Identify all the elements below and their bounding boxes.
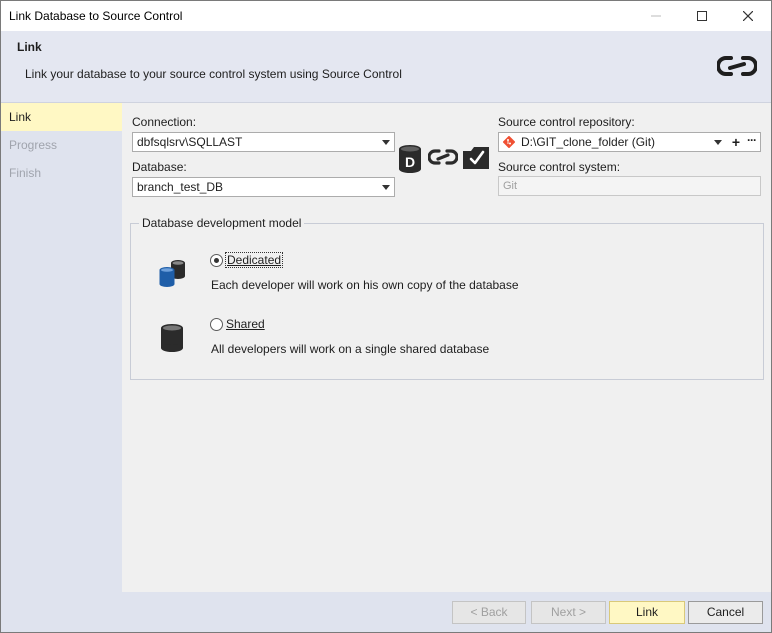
svg-text:D: D [405, 154, 415, 170]
database-d-icon: D [399, 145, 421, 173]
source-control-folder-icon [463, 147, 489, 169]
shared-radio[interactable] [210, 318, 223, 331]
title-bar: Link Database to Source Control [1, 1, 771, 31]
chevron-down-icon [382, 140, 390, 145]
group-title: Database development model [139, 216, 305, 230]
shared-label-text: Shared [226, 317, 265, 331]
wizard-steps-nav: Link Progress Finish [1, 103, 122, 592]
back-button[interactable]: < Back [452, 601, 526, 624]
git-icon [503, 136, 515, 148]
close-button[interactable] [725, 1, 771, 31]
link-icon [428, 149, 458, 165]
repository-value: D:\GIT_clone_folder (Git) [521, 135, 656, 149]
maximize-button[interactable] [679, 1, 725, 31]
window-title: Link Database to Source Control [9, 9, 183, 23]
nav-step-label: Link [9, 110, 32, 124]
chevron-down-icon [714, 140, 722, 145]
connection-value: dbfsqlsrv\SQLLAST [137, 135, 243, 149]
database-combo[interactable]: branch_test_DB [132, 177, 395, 197]
system-label: Source control system: [498, 160, 621, 174]
dedicated-radio[interactable] [210, 254, 223, 267]
shared-database-icon [161, 324, 183, 352]
minimize-button[interactable] [633, 1, 679, 31]
header-title: Link [17, 40, 42, 54]
wizard-header: Link Link your database to your source c… [1, 31, 771, 103]
source-control-system-field: Git [498, 176, 761, 196]
repository-label: Source control repository: [498, 115, 635, 129]
connection-label: Connection: [132, 115, 197, 129]
database-label: Database: [132, 160, 187, 174]
development-model-group: Database development model Dedicated Eac… [130, 216, 764, 380]
database-value: branch_test_DB [137, 180, 224, 194]
nav-step-link[interactable]: Link [1, 103, 122, 131]
dialog-window: Link Database to Source Control Link Lin… [0, 0, 772, 633]
wizard-footer: < Back Next > Link Cancel [1, 592, 771, 632]
shared-label[interactable]: Shared [226, 317, 265, 331]
nav-step-finish[interactable]: Finish [1, 159, 122, 187]
dedicated-description: Each developer will work on his own copy… [211, 278, 519, 292]
link-chain-icon [717, 56, 757, 76]
link-button[interactable]: Link [609, 601, 685, 624]
main-panel: Connection: dbfsqlsrv\SQLLAST Database: … [122, 103, 771, 592]
dedicated-label-text: Dedicated [227, 253, 282, 267]
dedicated-label[interactable]: Dedicated [224, 252, 284, 268]
close-icon [743, 11, 753, 21]
nav-step-label: Finish [9, 166, 42, 180]
shared-description: All developers will work on a single sha… [211, 342, 490, 356]
dedicated-databases-icon [159, 260, 185, 287]
minimize-icon [651, 15, 661, 17]
cancel-button[interactable]: Cancel [688, 601, 763, 624]
repository-combo[interactable]: D:\GIT_clone_folder (Git) + ··· [498, 132, 761, 152]
chevron-down-icon [382, 185, 390, 190]
add-icon[interactable]: + [732, 133, 740, 151]
nav-step-label: Progress [9, 138, 58, 152]
header-description: Link your database to your source contro… [25, 67, 402, 81]
next-button[interactable]: Next > [531, 601, 606, 624]
system-value: Git [503, 180, 518, 192]
maximize-icon [697, 11, 707, 21]
nav-step-progress[interactable]: Progress [1, 131, 122, 159]
more-options-icon[interactable]: ··· [747, 131, 757, 149]
connection-combo[interactable]: dbfsqlsrv\SQLLAST [132, 132, 395, 152]
